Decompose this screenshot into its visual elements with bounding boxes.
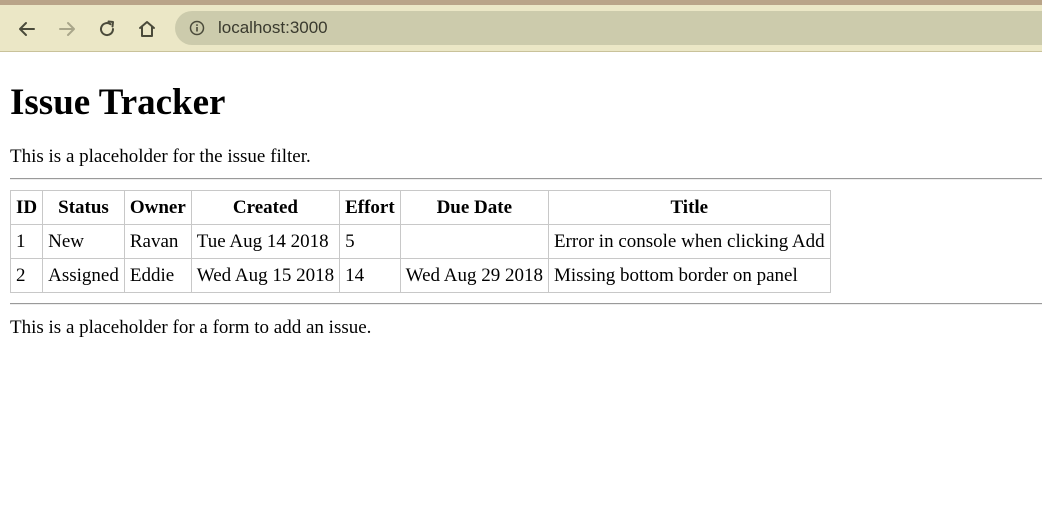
divider [10,178,1042,180]
column-header-created: Created [190,190,341,225]
cell-status: New [42,224,125,259]
column-header-status: Status [42,190,125,225]
table-row: 2 Assigned Eddie Wed Aug 15 2018 14 Wed … [9,258,831,293]
arrow-right-icon [59,22,75,36]
cell-status: Assigned [42,258,125,293]
cell-id: 1 [9,224,44,259]
table-header-row: ID Status Owner Created Effort Due Date … [9,190,831,225]
reload-icon [100,20,115,37]
info-icon[interactable] [189,20,205,36]
column-header-due-date: Due Date [399,190,549,225]
address-bar[interactable]: localhost:3000 [175,11,1042,45]
column-header-owner: Owner [123,190,192,225]
cell-effort: 5 [339,224,401,259]
reload-button[interactable] [93,15,121,43]
forward-button[interactable] [53,15,81,43]
page-title: Issue Tracker [10,82,226,123]
cell-owner: Ravan [123,224,192,259]
cell-id: 2 [9,258,44,293]
cell-created: Wed Aug 15 2018 [190,258,341,293]
home-icon [139,21,155,37]
cell-title: Missing bottom border on panel [547,258,831,293]
cell-created: Tue Aug 14 2018 [190,224,341,259]
column-header-id: ID [9,190,44,225]
cell-owner: Eddie [123,258,192,293]
add-issue-form-placeholder: This is a placeholder for a form to add … [10,317,372,338]
column-header-effort: Effort [339,190,401,225]
arrow-left-icon [19,22,35,36]
issue-table: ID Status Owner Created Effort Due Date … [9,190,831,293]
back-button[interactable] [13,15,41,43]
url-text[interactable]: localhost:3000 [218,18,328,38]
cell-effort: 14 [339,258,401,293]
cell-title: Error in console when clicking Add [547,224,831,259]
table-row: 1 New Ravan Tue Aug 14 2018 5 Error in c… [9,224,831,259]
browser-toolbar: localhost:3000 [0,0,1042,52]
cell-due-date: Wed Aug 29 2018 [399,258,549,293]
divider [10,303,1042,305]
cell-due-date [399,224,549,259]
home-button[interactable] [133,15,161,43]
page-content: Issue Tracker This is a placeholder for … [0,79,1042,339]
column-header-title: Title [547,190,831,225]
issue-filter-placeholder: This is a placeholder for the issue filt… [10,146,311,167]
